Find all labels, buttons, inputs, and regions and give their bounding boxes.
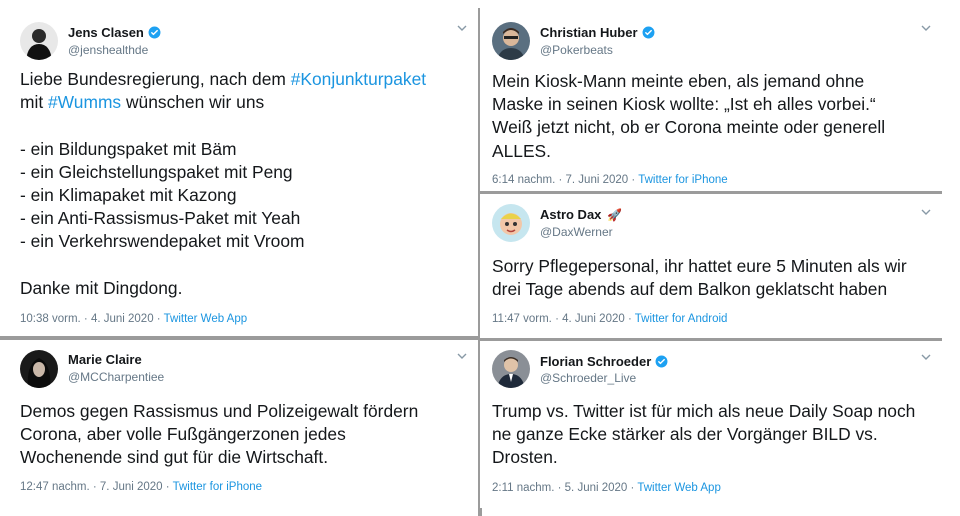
avatar[interactable] — [492, 22, 530, 60]
user-handle[interactable]: @Schroeder_Live — [540, 371, 636, 385]
avatar[interactable] — [20, 22, 58, 60]
user-handle[interactable]: @DaxWerner — [540, 225, 613, 239]
tweet-line: Weiß jetzt nicht, ob er Corona meinte od… — [492, 117, 886, 138]
tweet-source-link[interactable]: Twitter Web App — [637, 482, 721, 494]
tweet-line: - ein Gleichstellungspaket mit Peng — [20, 161, 293, 182]
tweet-line: drei Tage abends auf dem Balkon geklatsc… — [492, 279, 888, 300]
tweet-source-link[interactable]: Twitter Web App — [164, 313, 248, 325]
display-name[interactable]: Jens Clasen — [68, 25, 161, 40]
tweet-meta: 6:14 nachm. · 7. Juni 2020 · Twitter for… — [492, 174, 728, 186]
tweet-line: Trump vs. Twitter ist für mich als neue … — [492, 401, 916, 421]
tweet-meta: 2:11 nachm. · 5. Juni 2020 · Twitter Web… — [492, 482, 721, 494]
display-name[interactable]: Florian Schroeder — [540, 354, 668, 369]
timestamp[interactable]: 12:47 nachm. · 7. Juni 2020 · — [20, 481, 173, 493]
tweet-line: - ein Klimapaket mit Kazong — [20, 184, 237, 205]
tweet-source-link[interactable]: Twitter for iPhone — [173, 481, 262, 493]
display-name[interactable]: Christian Huber — [540, 25, 655, 40]
avatar[interactable] — [492, 204, 530, 242]
user-handle[interactable]: @Pokerbeats — [540, 43, 613, 57]
timestamp[interactable]: 2:11 nachm. · 5. Juni 2020 · — [492, 482, 637, 494]
user-handle[interactable]: @jenshealthde — [68, 43, 148, 57]
timestamp[interactable]: 10:38 vorm. · 4. Juni 2020 · — [20, 313, 164, 325]
avatar[interactable] — [492, 350, 530, 388]
timestamp[interactable]: 6:14 nachm. · 7. Juni 2020 · — [492, 174, 638, 186]
tweet-line: Wochenende sind gut für die Wirtschaft. — [20, 447, 329, 468]
tweet-line: ne ganze Ecke stärker als der Vorgänger … — [492, 424, 878, 445]
tweet-card-marie-claire[interactable]: Marie Claire @MCCharpentiee Demos gegen … — [8, 340, 478, 508]
tweet-line: Sorry Pflegepersonal, ihr hattet eure 5 … — [492, 256, 907, 276]
chevron-down-icon[interactable] — [920, 351, 932, 363]
tweet-meta: 11:47 vorm. · 4. Juni 2020 · Twitter for… — [492, 313, 727, 325]
tweet-text: Liebe Bundesregierung, nach dem #Konjunk… — [20, 68, 468, 300]
timestamp[interactable]: 11:47 vorm. · 4. Juni 2020 · — [492, 313, 635, 325]
tweet-line: Danke mit Dingdong. — [20, 277, 183, 298]
tweet-line: mit #Wumms wünschen wir uns — [20, 92, 265, 113]
rocket-icon: 🚀 — [607, 207, 623, 222]
tweet-text: Demos gegen Rassismus und Polizeigewalt … — [20, 400, 468, 470]
tweet-meta: 12:47 nachm. · 7. Juni 2020 · Twitter fo… — [20, 481, 262, 493]
display-name-text[interactable]: Astro Dax — [540, 207, 601, 222]
display-name-text[interactable]: Jens Clasen — [68, 25, 144, 40]
tweet-line: Liebe Bundesregierung, nach dem #Konjunk… — [20, 69, 427, 89]
hashtag-link[interactable]: #Wumms — [48, 92, 121, 112]
chevron-down-icon[interactable] — [456, 22, 468, 34]
hashtag-link[interactable]: #Konjunkturpaket — [291, 69, 426, 89]
display-name[interactable]: Marie Claire — [68, 352, 142, 367]
chevron-down-icon[interactable] — [920, 22, 932, 34]
tweet-line: Corona, aber volle Fußgängerzonen jedes — [20, 424, 346, 445]
tweet-card-florian-schroeder[interactable]: Florian Schroeder @Schroeder_Live Trump … — [480, 341, 942, 508]
tweet-text: Sorry Pflegepersonal, ihr hattet eure 5 … — [492, 255, 932, 301]
tweet-card-astro-dax[interactable]: Astro Dax 🚀 @DaxWerner Sorry Pflegeperso… — [480, 194, 942, 338]
tweet-source-link[interactable]: Twitter for iPhone — [638, 174, 727, 186]
tweet-line: Demos gegen Rassismus und Polizeigewalt … — [20, 401, 419, 421]
tweet-line: Drosten. — [492, 447, 558, 468]
display-name-text[interactable]: Florian Schroeder — [540, 354, 651, 369]
user-handle[interactable]: @MCCharpentiee — [68, 370, 164, 384]
avatar[interactable] — [20, 350, 58, 388]
verified-badge-icon — [655, 355, 668, 368]
verified-badge-icon — [148, 26, 161, 39]
display-name-text[interactable]: Marie Claire — [68, 352, 142, 367]
tweet-line: ALLES. — [492, 140, 551, 161]
chevron-down-icon[interactable] — [456, 350, 468, 362]
tweet-line: - ein Anti-Rassismus-Paket mit Yeah — [20, 208, 301, 229]
verified-badge-icon — [642, 26, 655, 39]
tweet-card-jens-clasen[interactable]: Jens Clasen @jenshealthde Liebe Bundesre… — [8, 8, 478, 336]
tweet-meta: 10:38 vorm. · 4. Juni 2020 · Twitter Web… — [20, 313, 247, 325]
chevron-down-icon[interactable] — [920, 206, 932, 218]
display-name[interactable]: Astro Dax 🚀 — [540, 207, 622, 222]
tweet-text: Trump vs. Twitter ist für mich als neue … — [492, 400, 932, 470]
tweet-source-link[interactable]: Twitter for Android — [635, 313, 728, 325]
tweet-line: - ein Verkehrswendepaket mit Vroom — [20, 231, 305, 252]
tweet-card-christian-huber[interactable]: Christian Huber @Pokerbeats Mein Kiosk-M… — [480, 8, 942, 191]
tweet-line: Mein Kiosk-Mann meinte eben, als jemand … — [492, 71, 865, 91]
tweet-line: - ein Bildungspaket mit Bäm — [20, 138, 237, 159]
tweet-text: Mein Kiosk-Mann meinte eben, als jemand … — [492, 70, 932, 163]
display-name-text[interactable]: Christian Huber — [540, 25, 638, 40]
tweet-line: Maske in seinen Kiosk wollte: „Ist eh al… — [492, 94, 876, 115]
